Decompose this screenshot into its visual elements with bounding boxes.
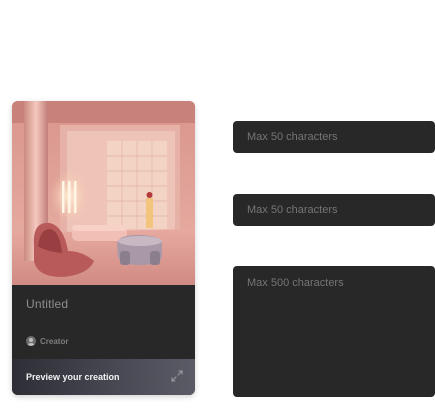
creator-info: Creator bbox=[26, 335, 68, 347]
subtitle-input[interactable] bbox=[233, 194, 435, 226]
preview-creation-button[interactable]: Preview your creation bbox=[12, 359, 195, 395]
preview-label: Preview your creation bbox=[26, 372, 120, 382]
preview-title: Untitled bbox=[26, 297, 69, 311]
preview-card: Untitled Creator Preview your creation bbox=[12, 101, 195, 395]
preview-image bbox=[12, 101, 195, 285]
creator-label: Creator bbox=[40, 336, 69, 346]
description-textarea[interactable] bbox=[233, 266, 435, 397]
user-avatar-icon bbox=[26, 336, 36, 346]
expand-icon[interactable] bbox=[171, 370, 183, 382]
title-input[interactable] bbox=[233, 121, 435, 153]
